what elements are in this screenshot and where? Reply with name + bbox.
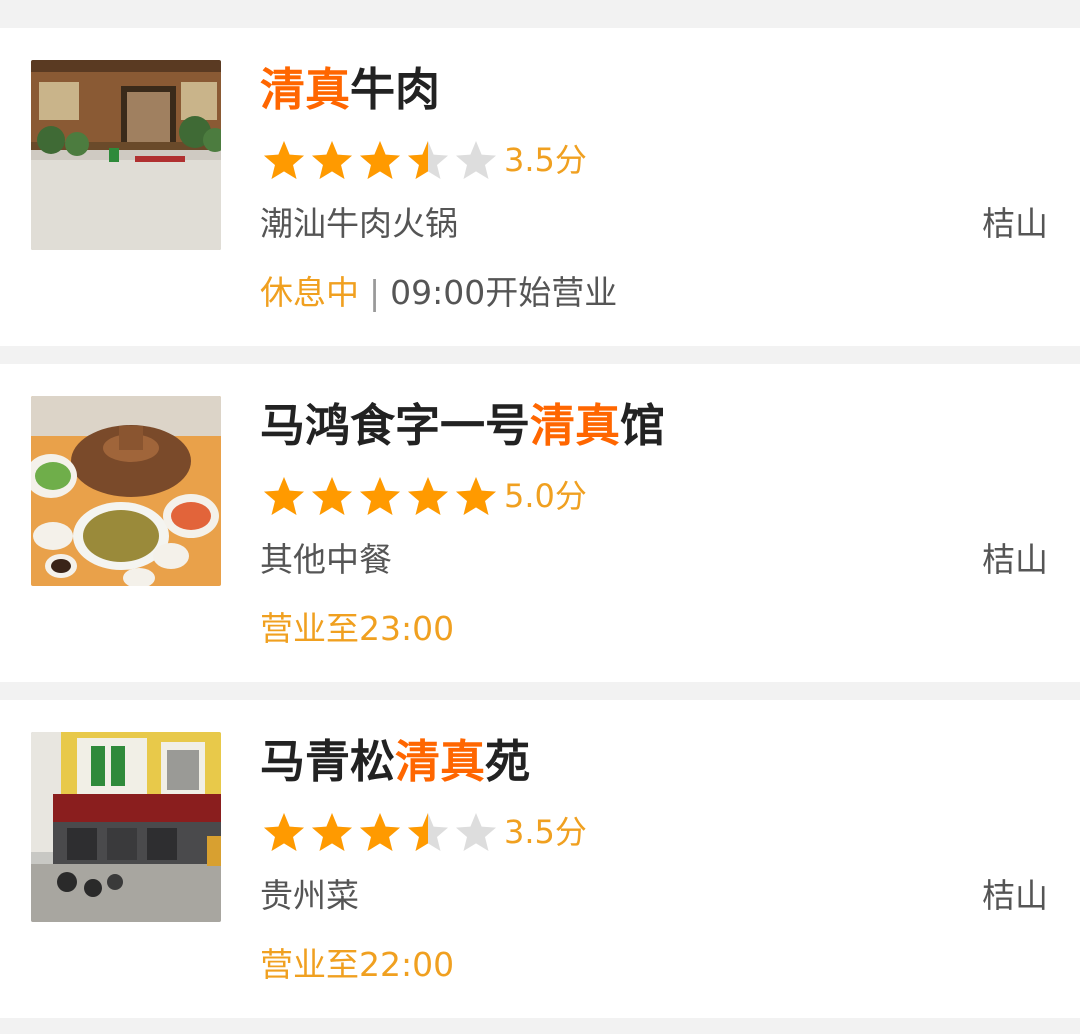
restaurant-card[interactable]: 马鸿食字一号清真馆 5.0分 其他中餐 桔山 营业至23:00 xyxy=(0,364,1080,682)
star-empty-icon xyxy=(456,141,496,179)
star-filled-icon xyxy=(264,477,304,515)
rating-score: 3.5分 xyxy=(504,141,587,179)
star-filled-icon xyxy=(360,141,400,179)
restaurant-card[interactable]: 马青松清真苑 3.5分 贵州菜 桔山 营业至22:00 xyxy=(0,700,1080,1018)
restaurant-thumbnail[interactable] xyxy=(31,396,221,586)
hours-text: 营业至22:00 xyxy=(260,945,455,984)
rating-row: 3.5分 xyxy=(260,810,587,854)
building-facade-photo-icon xyxy=(31,732,221,922)
title-part: 苑 xyxy=(485,735,531,788)
restaurant-thumbnail[interactable] xyxy=(31,732,221,922)
star-filled-icon xyxy=(456,477,496,515)
status-separator: | xyxy=(369,273,381,312)
restaurant-name[interactable]: 马鸿食字一号清真馆 xyxy=(260,398,665,454)
business-hours: 营业至23:00 xyxy=(260,606,454,652)
title-part: 馆 xyxy=(620,399,666,452)
hours-text: 09:00开始营业 xyxy=(390,273,618,312)
rating-score: 5.0分 xyxy=(504,477,587,515)
star-filled-icon xyxy=(312,813,352,851)
restaurant-category: 潮汕牛肉火锅 xyxy=(260,204,458,243)
restaurant-district: 桔山 xyxy=(982,540,1048,579)
restaurant-district: 桔山 xyxy=(982,204,1048,243)
rating-row: 3.5分 xyxy=(260,138,587,182)
title-part: 马青松 xyxy=(260,735,396,788)
business-hours: 营业至22:00 xyxy=(260,942,454,988)
rating-score: 3.5分 xyxy=(504,813,587,851)
star-empty-icon xyxy=(456,813,496,851)
restaurant-district: 桔山 xyxy=(982,876,1048,915)
star-filled-icon xyxy=(264,813,304,851)
star-filled-icon xyxy=(312,477,352,515)
star-filled-icon xyxy=(312,141,352,179)
star-half-icon xyxy=(408,141,448,179)
title-part: 清真 xyxy=(260,63,351,116)
title-part: 清真 xyxy=(395,735,486,788)
title-part: 马鸿食字一号 xyxy=(260,399,531,452)
star-rating xyxy=(260,138,500,182)
hotpot-dish-photo-icon xyxy=(31,396,221,586)
star-filled-icon xyxy=(264,141,304,179)
star-rating xyxy=(260,474,500,518)
restaurant-name[interactable]: 清真牛肉 xyxy=(260,62,440,118)
restaurant-category: 其他中餐 xyxy=(260,540,392,579)
restaurant-name[interactable]: 马青松清真苑 xyxy=(260,734,530,790)
restaurant-card[interactable]: 清真牛肉 3.5分 潮汕牛肉火锅 桔山 休息中 | 09:00开始营业 xyxy=(0,28,1080,346)
restaurant-category: 贵州菜 xyxy=(260,876,359,915)
restaurant-list: 清真牛肉 3.5分 潮汕牛肉火锅 桔山 休息中 | 09:00开始营业 马鸿食字… xyxy=(0,0,1080,1034)
business-hours: 休息中 | 09:00开始营业 xyxy=(260,270,617,316)
title-part: 牛肉 xyxy=(350,63,441,116)
hours-text: 营业至23:00 xyxy=(260,609,455,648)
star-filled-icon xyxy=(360,813,400,851)
star-half-icon xyxy=(408,813,448,851)
rating-row: 5.0分 xyxy=(260,474,587,518)
star-rating xyxy=(260,810,500,854)
star-filled-icon xyxy=(360,477,400,515)
star-filled-icon xyxy=(408,477,448,515)
storefront-photo-icon xyxy=(31,60,221,250)
restaurant-thumbnail[interactable] xyxy=(31,60,221,250)
business-status: 休息中 xyxy=(260,273,359,312)
title-part: 清真 xyxy=(530,399,621,452)
